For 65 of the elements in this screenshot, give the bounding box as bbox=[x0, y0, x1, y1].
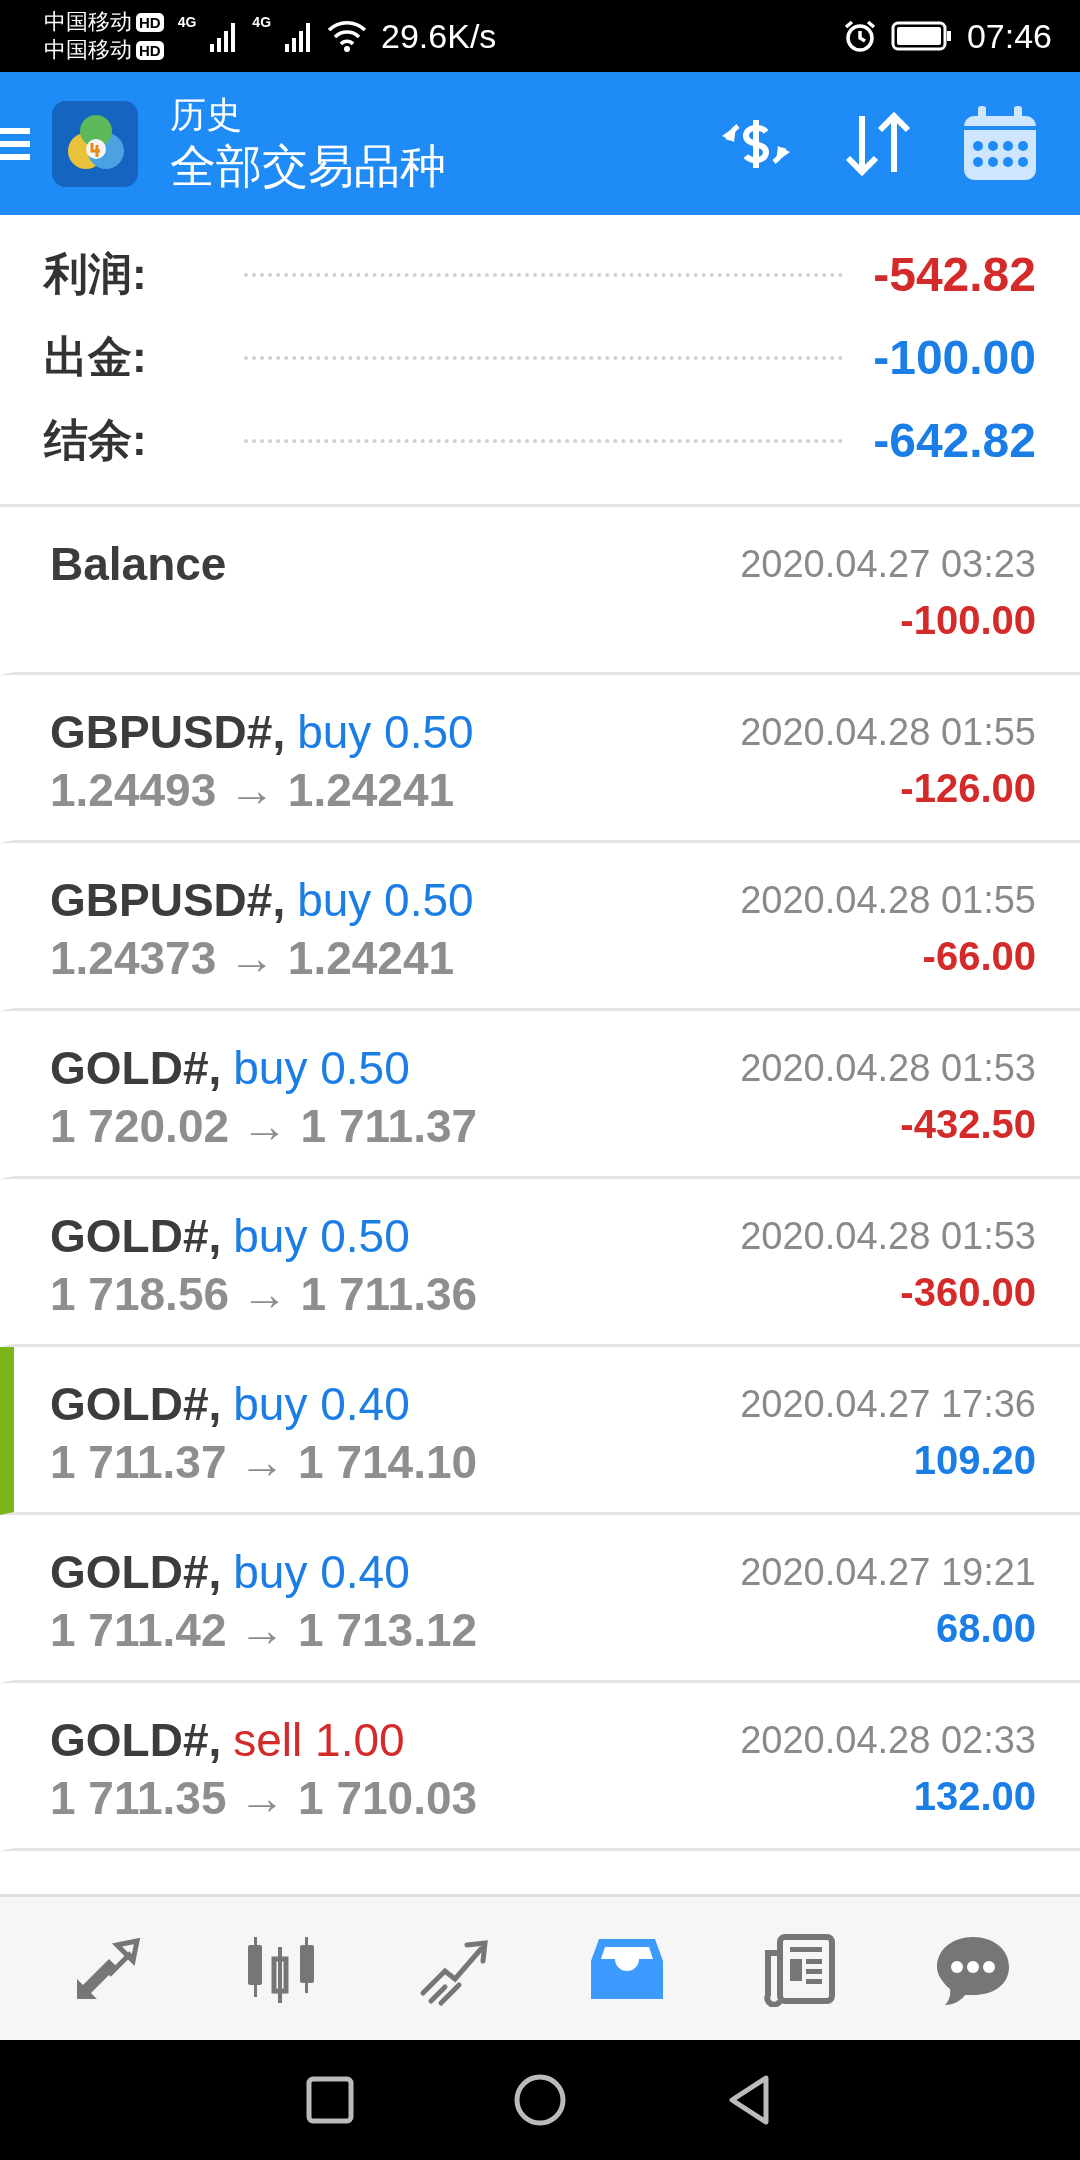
summary-label: 利润: bbox=[44, 248, 148, 300]
deal-prices: 1 711.42 → 1 713.12 bbox=[50, 1603, 479, 1658]
screen-title: 历史 bbox=[170, 92, 243, 137]
deal-row[interactable]: GOLD#, buy 0.50 1 720.02 → 1 711.37 2020.04.28 01:53 -432.50 bbox=[0, 1011, 1080, 1179]
deal-prices: 1.24373 → 1.24241 bbox=[50, 931, 456, 986]
deal-symbol: GOLD#, bbox=[50, 1041, 222, 1096]
carrier-name: 中国移动 bbox=[44, 9, 132, 35]
deal-row[interactable]: GBPUSD#, buy 0.50 1.24493 → 1.24241 2020.04.28 01:55 -126.00 bbox=[0, 675, 1080, 843]
summary-value: -100.00 bbox=[873, 330, 1036, 385]
deal-profit: 132.00 bbox=[913, 1773, 1036, 1820]
deal-title: Balance bbox=[50, 537, 227, 592]
summary-label: 结余: bbox=[44, 414, 148, 466]
deal-profit: -66.00 bbox=[922, 933, 1036, 980]
deal-time: 2020.04.27 03:23 bbox=[740, 542, 1036, 587]
network-type: 4G bbox=[252, 14, 272, 30]
summary-value: -642.82 bbox=[873, 413, 1036, 468]
carrier-name: 中国移动 bbox=[44, 37, 132, 63]
summary-value: -542.82 bbox=[873, 247, 1036, 302]
deal-row[interactable]: GOLD#, sell 1.00 1 711.35 → 1 710.03 2020.04.28 02:33 132.00 bbox=[0, 1683, 1080, 1851]
deal-action: buy 0.40 bbox=[233, 1377, 410, 1432]
deal-prices: 1 718.56 → 1 711.36 bbox=[50, 1267, 479, 1322]
deal-prices: 1 720.02 → 1 711.37 bbox=[50, 1099, 479, 1154]
deal-time: 2020.04.28 01:55 bbox=[740, 710, 1036, 755]
alarm-icon bbox=[842, 19, 877, 53]
deal-profit: 109.20 bbox=[913, 1437, 1036, 1484]
deal-prices: 1 711.35 → 1 710.03 bbox=[50, 1771, 479, 1826]
deal-action: sell 1.00 bbox=[233, 1713, 405, 1768]
wifi-icon bbox=[327, 20, 368, 52]
hd-badge: HD bbox=[136, 40, 164, 60]
deal-symbol: GBPUSD#, bbox=[50, 705, 286, 760]
deal-profit: 68.00 bbox=[935, 1605, 1036, 1652]
app-logo-icon bbox=[52, 100, 138, 187]
deal-prices: 1.24493 → 1.24241 bbox=[50, 763, 456, 818]
network-speed: 29.6K/s bbox=[381, 16, 497, 56]
deal-row[interactable]: GOLD#, buy 0.40 1 711.42 → 1 713.12 2020.04.27 19:21 68.00 bbox=[0, 1515, 1080, 1683]
network-type: 4G bbox=[177, 14, 197, 30]
deal-time: 2020.04.27 17:36 bbox=[740, 1382, 1036, 1427]
deal-symbol: GOLD#, bbox=[50, 1713, 222, 1768]
deal-time: 2020.04.28 02:33 bbox=[740, 1718, 1036, 1763]
deal-time: 2020.04.28 01:53 bbox=[740, 1046, 1036, 1091]
hd-badge: HD bbox=[136, 12, 164, 32]
deal-row[interactable]: GBPUSD#, buy 0.50 1.24373 → 1.24241 2020.04.28 01:55 -66.00 bbox=[0, 843, 1080, 1011]
deal-action: buy 0.50 bbox=[233, 1041, 410, 1096]
deal-time: 2020.04.27 19:21 bbox=[740, 1550, 1036, 1595]
deal-symbol: GOLD#, bbox=[50, 1377, 222, 1432]
deal-symbol: GOLD#, bbox=[50, 1209, 222, 1264]
deal-profit: -432.50 bbox=[900, 1101, 1036, 1148]
deal-profit: -360.00 bbox=[900, 1269, 1036, 1316]
summary-label: 出金: bbox=[44, 331, 148, 383]
deal-prices: 1 711.37 → 1 714.10 bbox=[50, 1435, 479, 1490]
clock-time: 07:46 bbox=[966, 16, 1052, 56]
deal-action: buy 0.40 bbox=[233, 1545, 410, 1600]
deal-time: 2020.04.28 01:55 bbox=[740, 878, 1036, 923]
deal-row[interactable]: GOLD#, buy 0.40 1 711.37 → 1 714.10 2020.04.27 17:36 109.20 bbox=[0, 1347, 1080, 1515]
deal-profit: -100.00 bbox=[900, 597, 1036, 644]
deal-action: buy 0.50 bbox=[297, 705, 474, 760]
battery-icon bbox=[890, 20, 953, 52]
deal-profit: -126.00 bbox=[900, 765, 1036, 812]
deal-symbol: GBPUSD#, bbox=[50, 873, 286, 928]
deal-action: buy 0.50 bbox=[297, 873, 474, 928]
deal-time: 2020.04.28 01:53 bbox=[740, 1214, 1036, 1259]
deal-row[interactable]: GOLD#, buy 0.50 1 718.56 → 1 711.36 2020.04.28 01:53 -360.00 bbox=[0, 1179, 1080, 1347]
deal-symbol: GOLD#, bbox=[50, 1545, 222, 1600]
deal-row[interactable]: Balance 2020.04.27 03:23 -100.00 bbox=[0, 507, 1080, 675]
deal-action: buy 0.50 bbox=[233, 1209, 410, 1264]
